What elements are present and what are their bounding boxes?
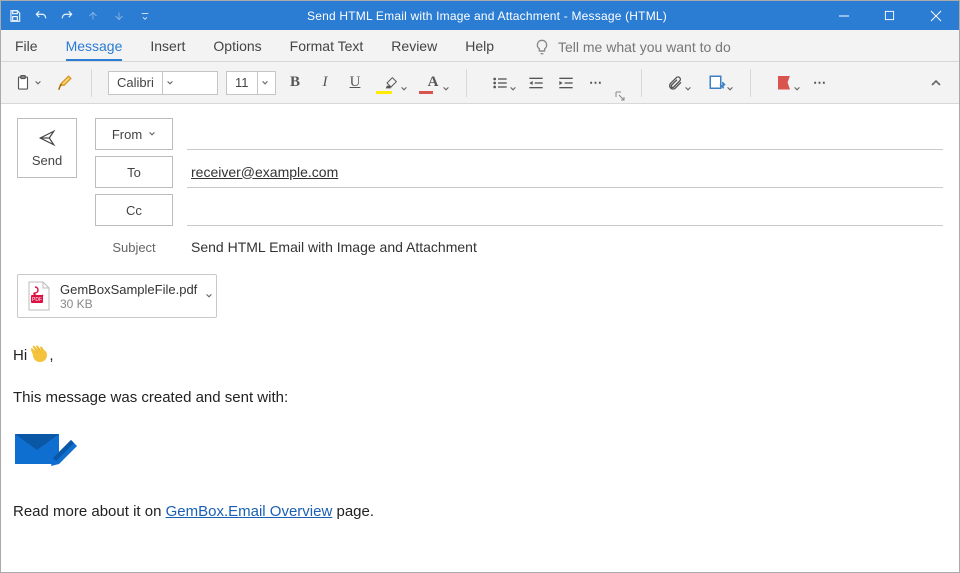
increase-indent-button[interactable] xyxy=(555,71,577,95)
minimize-button[interactable] xyxy=(821,1,867,30)
highlight-button[interactable] xyxy=(374,71,408,95)
gembox-email-logo-icon xyxy=(13,428,943,478)
pdf-icon: PDF xyxy=(26,281,52,311)
more-tags-button[interactable]: ⋯ xyxy=(809,71,831,95)
attachment-item[interactable]: PDF GemBoxSampleFile.pdf 30 KB xyxy=(17,274,217,318)
line2-suffix: page. xyxy=(332,503,374,520)
tab-format-text[interactable]: Format Text xyxy=(290,32,364,61)
attach-file-button[interactable] xyxy=(658,71,692,95)
body-line2: Read more about it on GemBox.Email Overv… xyxy=(13,500,943,524)
cc-button[interactable]: Cc xyxy=(95,194,173,226)
save-icon[interactable] xyxy=(7,8,23,24)
attachments-area: PDF GemBoxSampleFile.pdf 30 KB xyxy=(1,262,959,326)
to-recipient[interactable]: receiver@example.com xyxy=(191,164,338,180)
format-painter-button[interactable] xyxy=(53,71,75,95)
tell-me-label: Tell me what you want to do xyxy=(558,39,731,55)
message-header: Send From To receiver@example.com Cc Sub… xyxy=(1,104,959,262)
cc-field[interactable] xyxy=(187,195,943,226)
down-arrow-icon xyxy=(111,8,127,24)
flag-icon xyxy=(778,76,790,90)
ribbon-tabs: File Message Insert Options Format Text … xyxy=(1,30,959,62)
attachment-dropdown-icon[interactable] xyxy=(205,292,213,300)
tab-file[interactable]: File xyxy=(15,32,38,61)
send-icon xyxy=(36,129,58,147)
tab-review[interactable]: Review xyxy=(391,32,437,61)
tab-options[interactable]: Options xyxy=(213,32,261,61)
window-title: Send HTML Email with Image and Attachmen… xyxy=(307,9,667,23)
qat-customize-icon[interactable] xyxy=(137,8,153,24)
gembox-overview-link[interactable]: GemBox.Email Overview xyxy=(166,503,333,520)
send-label: Send xyxy=(32,153,62,168)
close-button[interactable] xyxy=(913,1,959,30)
title-bar: Send HTML Email with Image and Attachmen… xyxy=(1,1,959,30)
subject-label: Subject xyxy=(95,240,173,255)
from-label: From xyxy=(112,127,142,142)
to-field[interactable]: receiver@example.com xyxy=(187,157,943,188)
bold-button[interactable]: B xyxy=(284,71,306,95)
undo-icon[interactable] xyxy=(33,8,49,24)
follow-up-flag-button[interactable] xyxy=(767,71,801,95)
line2-prefix: Read more about it on xyxy=(13,503,166,520)
maximize-button[interactable] xyxy=(867,1,913,30)
greeting-suffix: , xyxy=(49,347,53,364)
waving-hand-icon xyxy=(31,345,49,363)
collapse-ribbon-button[interactable] xyxy=(925,71,947,95)
body-greeting: Hi , xyxy=(13,344,943,368)
svg-text:PDF: PDF xyxy=(32,297,42,303)
tab-insert[interactable]: Insert xyxy=(150,32,185,61)
font-name-value: Calibri xyxy=(109,75,162,90)
to-label: To xyxy=(127,165,141,180)
redo-icon[interactable] xyxy=(59,8,75,24)
from-field[interactable] xyxy=(187,119,943,150)
paste-button[interactable] xyxy=(11,71,45,95)
paragraph-dialog-launcher-icon[interactable] xyxy=(615,91,625,101)
subject-field[interactable] xyxy=(187,232,943,262)
send-button[interactable]: Send xyxy=(17,118,77,178)
signature-button[interactable] xyxy=(700,71,734,95)
cc-label: Cc xyxy=(126,203,142,218)
ribbon-toolbar: Calibri 11 B I U A ⋯ xyxy=(1,62,959,104)
more-paragraph-button[interactable]: ⋯ xyxy=(585,71,607,95)
font-name-select[interactable]: Calibri xyxy=(108,71,218,95)
italic-button[interactable]: I xyxy=(314,71,336,95)
up-arrow-icon xyxy=(85,8,101,24)
message-body[interactable]: Hi , This message was created and sent w… xyxy=(1,326,959,562)
tab-message[interactable]: Message xyxy=(66,32,123,61)
attachment-size: 30 KB xyxy=(60,297,197,311)
decrease-indent-button[interactable] xyxy=(525,71,547,95)
tab-help[interactable]: Help xyxy=(465,32,494,61)
to-button[interactable]: To xyxy=(95,156,173,188)
underline-button[interactable]: U xyxy=(344,71,366,95)
lightbulb-icon xyxy=(534,39,550,55)
attachment-name: GemBoxSampleFile.pdf xyxy=(60,282,197,297)
font-size-value: 11 xyxy=(227,75,257,90)
from-button[interactable]: From xyxy=(95,118,173,150)
greeting-prefix: Hi xyxy=(13,347,31,364)
font-size-select[interactable]: 11 xyxy=(226,71,276,95)
body-line1: This message was created and sent with: xyxy=(13,386,943,410)
font-color-button[interactable]: A xyxy=(416,71,450,95)
tell-me-search[interactable]: Tell me what you want to do xyxy=(534,39,731,61)
bullets-button[interactable] xyxy=(483,71,517,95)
